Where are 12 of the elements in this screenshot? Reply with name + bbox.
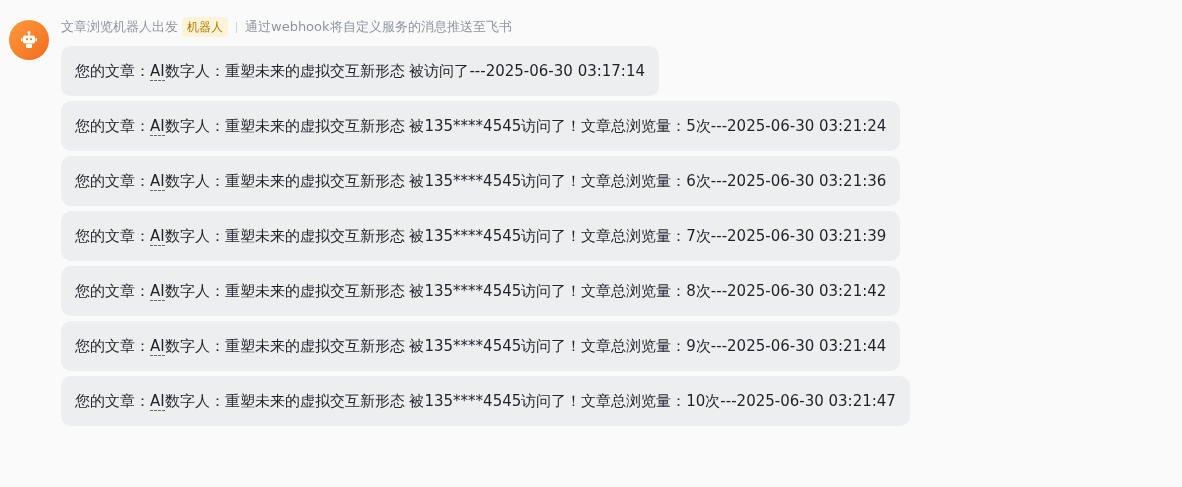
message-text: 您的文章：AI数字人：重塑未来的虚拟交互新形态 被135****4545访问了！文章总浏览量：8次---2025-06-30 03:21:42 — [75, 280, 887, 303]
bot-badge: 机器人 — [182, 17, 228, 37]
message-text: 您的文章：AI数字人：重塑未来的虚拟交互新形态 被135****4545访问了！文章总浏览量：5次---2025-06-30 03:21:24 — [75, 115, 887, 138]
message-text: 您的文章：AI数字人：重塑未来的虚拟交互新形态 被访问了---2025-06-30 03:17:14 — [75, 60, 645, 83]
sender-name[interactable]: 文章浏览机器人出发 — [61, 17, 178, 37]
bot-description: 通过webhook将自定义服务的消息推送至飞书 — [245, 18, 512, 37]
message-text: 您的文章：AI数字人：重塑未来的虚拟交互新形态 被135****4545访问了！文章总浏览量：10次---2025-06-30 03:21:47 — [75, 390, 896, 413]
message-text: 您的文章：AI数字人：重塑未来的虚拟交互新形态 被135****4545访问了！文章总浏览量：6次---2025-06-30 03:21:36 — [75, 170, 887, 193]
bot-avatar[interactable] — [9, 20, 49, 60]
message-text: 您的文章：AI数字人：重塑未来的虚拟交互新形态 被135****4545访问了！文章总浏览量：9次---2025-06-30 03:21:44 — [75, 335, 887, 358]
message-text: 您的文章：AI数字人：重塑未来的虚拟交互新形态 被135****4545访问了！文章总浏览量：7次---2025-06-30 03:21:39 — [75, 225, 887, 248]
robot-icon — [19, 30, 39, 50]
